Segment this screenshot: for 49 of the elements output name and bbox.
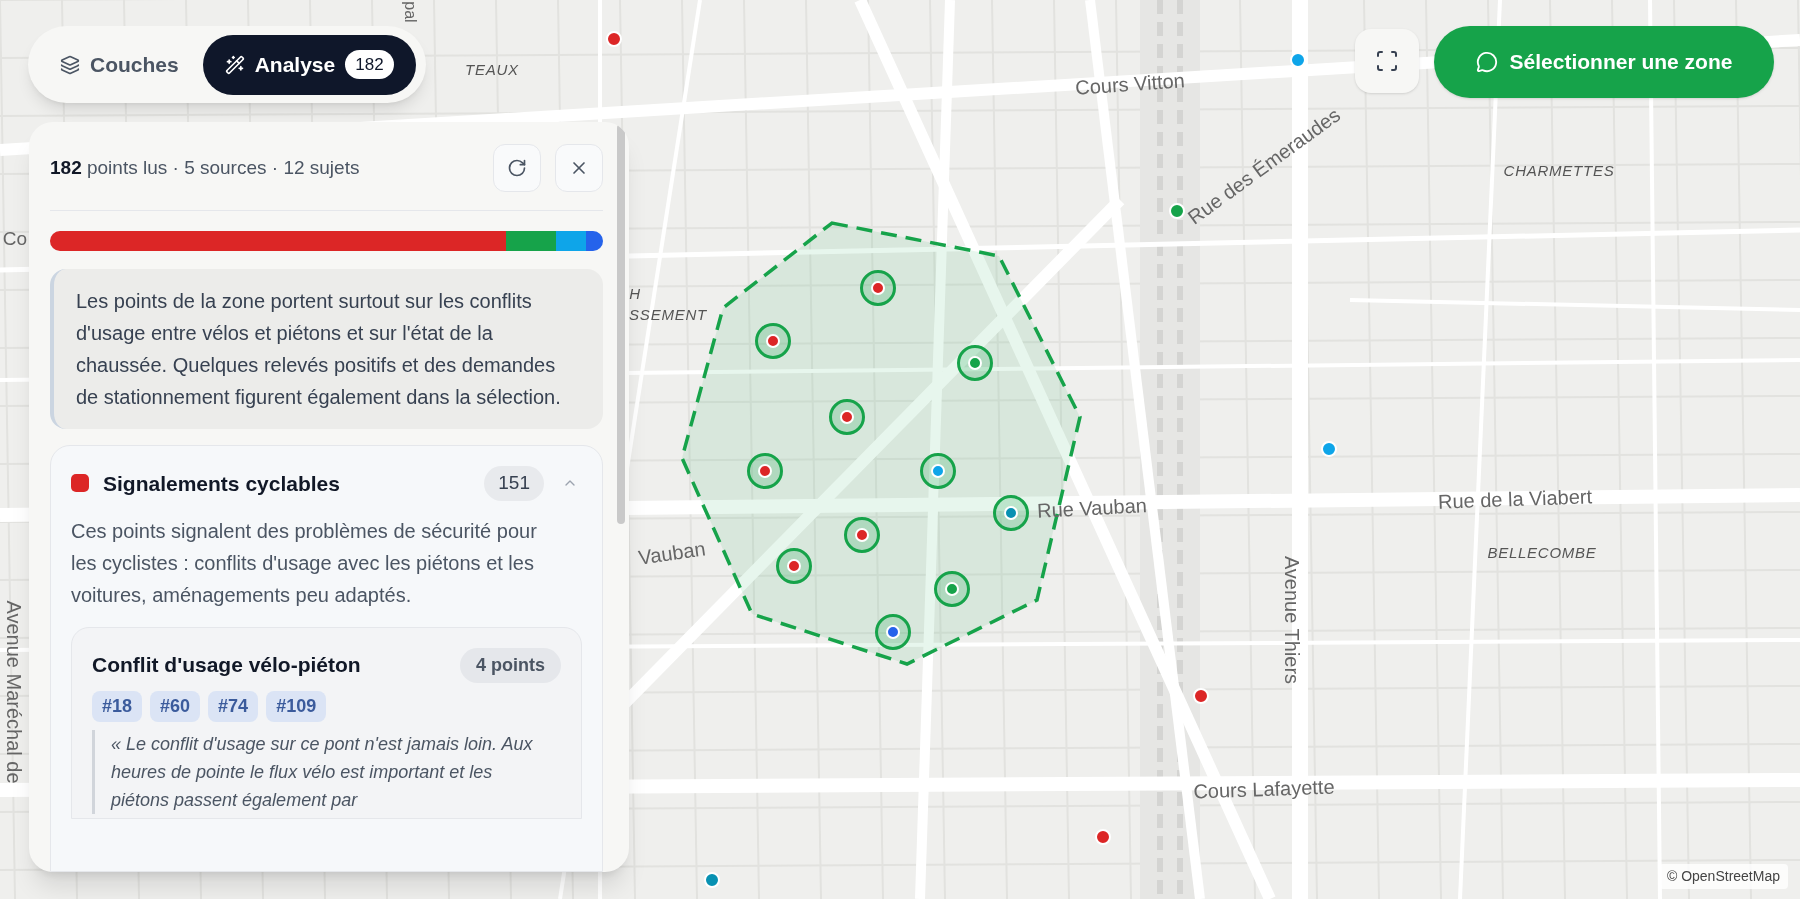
- count-badge: 182: [345, 49, 394, 80]
- refresh-button[interactable]: [493, 144, 541, 192]
- select-zone-button[interactable]: Sélectionner une zone: [1434, 26, 1774, 98]
- category-title: Signalements cyclables: [103, 470, 341, 497]
- point-tag[interactable]: #18: [92, 690, 143, 722]
- layers-icon: [60, 54, 80, 75]
- point-tag[interactable]: #109: [266, 690, 327, 722]
- summary-text: Les points de la zone portent surtout sur les conflits d'usage entre vélos et piétons et sur l'état de la chaussée. Quelques relevés positifs et des demandes de stationnement figurent également dans la sélection.: [50, 269, 603, 429]
- map-pin[interactable]: [776, 548, 812, 584]
- map-pin[interactable]: [829, 399, 865, 435]
- street-label: Rue Vauban: [1036, 495, 1148, 521]
- district-label: H: [629, 285, 641, 301]
- district-label: CHARMETTES: [1503, 162, 1615, 178]
- district-label: BELLECOMBE: [1487, 544, 1597, 560]
- street-label: Avenue Thiers: [1282, 555, 1302, 685]
- street-label: Cours Vitton: [1074, 70, 1186, 98]
- map-pin[interactable]: [920, 453, 956, 489]
- street-label: Vauban: [637, 538, 707, 568]
- street-label: Rue de la Viabert: [1437, 486, 1593, 512]
- district-label: SSEMENT: [629, 306, 707, 322]
- map-pin[interactable]: [747, 453, 783, 489]
- tab[interactable]: Couches: [38, 34, 201, 95]
- map-attribution: © OpenStreetMap: [1658, 864, 1788, 889]
- magic-wand-icon: [224, 54, 245, 75]
- map-pin[interactable]: [860, 270, 896, 306]
- quote-text: « Le conflit d'usage sur ce pont n'est jamais loin. Aux heures de pointe le flux vélo est important et les piétons passent également par: [92, 729, 561, 814]
- scrollbar-thumb[interactable]: [617, 124, 625, 524]
- map-pin[interactable]: [844, 517, 880, 553]
- street-label: pal: [402, 1, 418, 23]
- topic-title: Conflit d'usage vélo-piéton: [92, 652, 361, 679]
- district-label: TEAUX: [465, 61, 519, 77]
- map-pin[interactable]: [957, 345, 993, 381]
- category-description: Ces points signalent des problèmes de sécurité pour les cyclistes : conflits d'usage avec les piétons et les voitures, aménagements peu adaptés.: [71, 518, 538, 608]
- refresh-icon: [507, 158, 527, 178]
- stats-summary: 182 points lus · 5 sources · 12 sujets: [50, 155, 360, 180]
- map-pin[interactable]: [934, 571, 970, 607]
- tab[interactable]: Analyse 182: [202, 34, 416, 95]
- street-label: Avenue Maréchal de: [4, 600, 24, 784]
- map-pin[interactable]: [875, 614, 911, 650]
- close-button[interactable]: [555, 144, 603, 192]
- fullscreen-icon: [1375, 49, 1399, 73]
- street-label: Cours Lafayette: [1193, 776, 1335, 802]
- street-label: Co: [2, 228, 28, 248]
- point-tag[interactable]: #74: [208, 690, 259, 722]
- count-badge: 151: [484, 466, 544, 501]
- map-pin[interactable]: [993, 495, 1029, 531]
- points-badge: 4 points: [460, 647, 561, 683]
- point-tag[interactable]: #60: [150, 690, 201, 722]
- map-pin[interactable]: [755, 323, 791, 359]
